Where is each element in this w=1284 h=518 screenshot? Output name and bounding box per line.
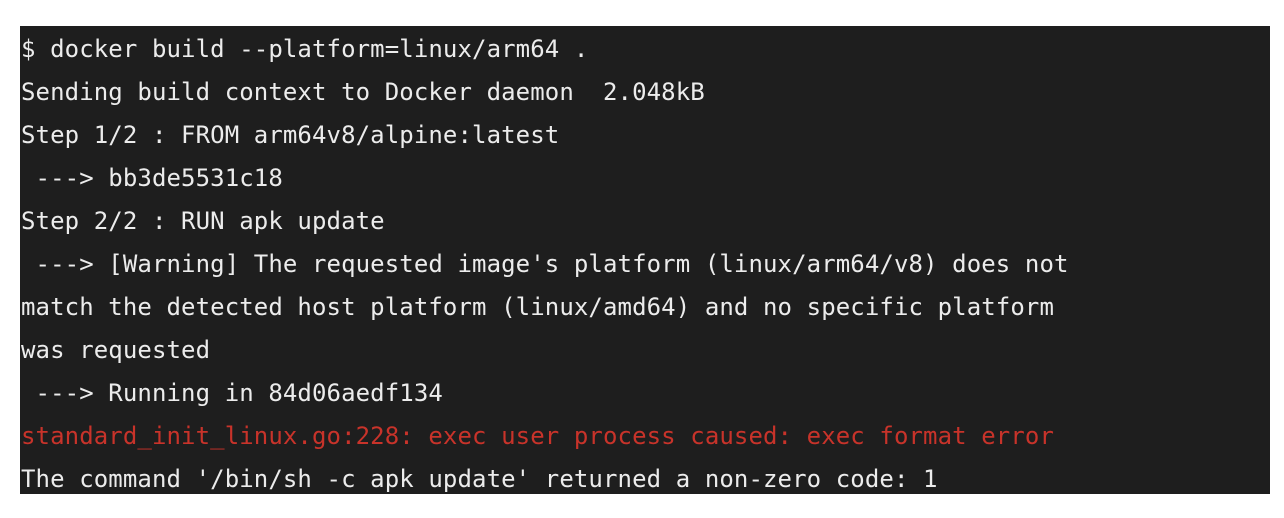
terminal-line: Step 2/2 : RUN apk update [21, 207, 385, 235]
terminal-line: Step 1/2 : FROM arm64v8/alpine:latest [21, 121, 560, 149]
terminal-line-exit-status: The command '/bin/sh -c apk update' retu… [21, 465, 938, 493]
terminal-output[interactable]: $ docker build --platform=linux/arm64 . … [20, 26, 1270, 494]
terminal-line: Sending build context to Docker daemon 2… [21, 78, 705, 106]
terminal-line-error: standard_init_linux.go:228: exec user pr… [21, 422, 1054, 450]
terminal-line-warning: was requested [21, 336, 211, 364]
terminal-line-command: $ docker build --platform=linux/arm64 . [21, 35, 589, 63]
terminal-line: ---> Running in 84d06aedf134 [21, 379, 443, 407]
terminal-line: ---> bb3de5531c18 [21, 164, 283, 192]
terminal-line-warning: ---> [Warning] The requested image's pla… [21, 250, 1069, 278]
terminal-line-warning: match the detected host platform (linux/… [21, 293, 1054, 321]
